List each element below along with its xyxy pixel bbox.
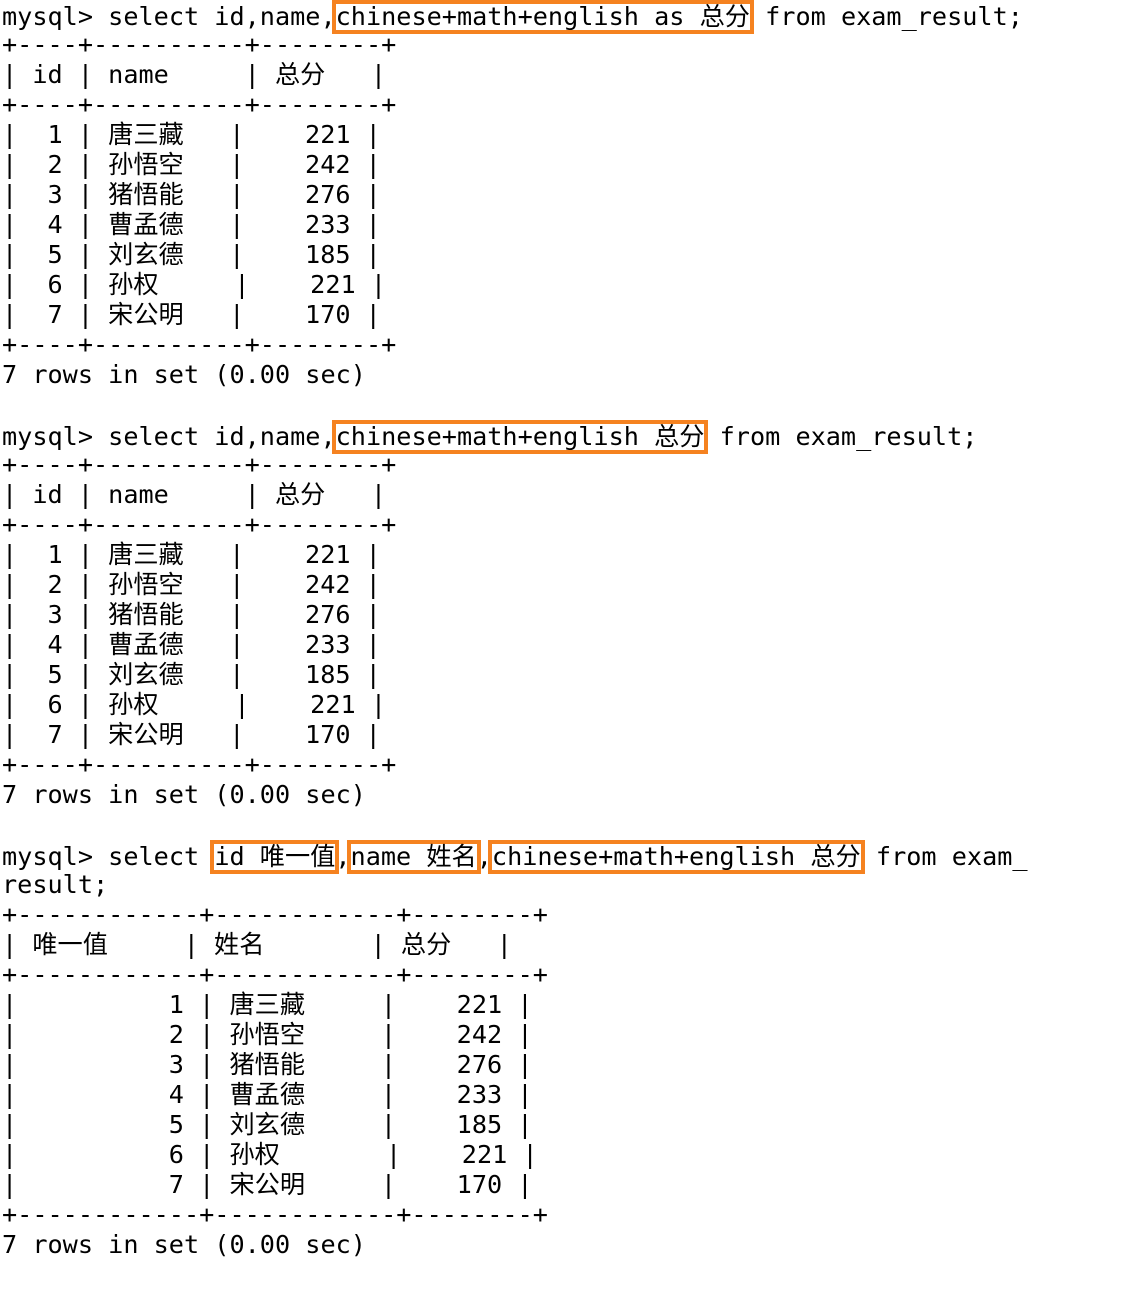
status-line: 7 rows in set (0.00 sec)	[2, 1230, 366, 1259]
table-separator: +----+----------+--------+	[2, 90, 397, 119]
table-row: | 5 | 刘玄德 | 185 |	[2, 660, 381, 689]
table-row: | 3 | 猪悟能 | 276 |	[2, 1050, 533, 1079]
query-text-post: from exam_	[860, 842, 1028, 871]
query-text-pre: select	[108, 842, 215, 871]
highlight-box-implicit-alias-expression: chinese+math+english 总分	[331, 420, 709, 454]
table-separator: +----+----------+--------+	[2, 750, 397, 779]
query-line: mysql> select id,name,chinese+math+engli…	[2, 0, 1129, 34]
table-row: | 2 | 孙悟空 | 242 |	[2, 1020, 533, 1049]
table-header-row: | 唯一值 | 姓名 | 总分 |	[2, 930, 512, 959]
table-row: | 3 | 猪悟能 | 276 |	[2, 600, 381, 629]
highlight-box-sum-alias: chinese+math+english 总分	[487, 840, 865, 874]
query-text-post: from exam_result;	[749, 2, 1023, 31]
table-row: | 7 | 宋公明 | 170 |	[2, 720, 381, 749]
table-separator: +------------+------------+--------+	[2, 900, 548, 929]
query-line: mysql> select id,name,chinese+math+engli…	[2, 420, 1129, 454]
table-row: | 6 | 孙权 | 221 |	[2, 690, 386, 719]
query-text-pre: select id,name,	[108, 422, 336, 451]
prompt: mysql>	[2, 2, 109, 31]
table-row: | 4 | 曹孟德 | 233 |	[2, 630, 381, 659]
table-separator: +----+----------+--------+	[2, 330, 397, 359]
table-row: | 7 | 宋公明 | 170 |	[2, 1170, 533, 1199]
table-row: | 1 | 唐三藏 | 221 |	[2, 120, 381, 149]
mysql-terminal-output: mysql> select id,name,chinese+math+engli…	[0, 0, 1129, 1260]
table-row: | 7 | 宋公明 | 170 |	[2, 300, 381, 329]
table-header-row: | id | name | 总分 |	[2, 60, 386, 89]
table-separator: +----+----------+--------+	[2, 510, 397, 539]
table-separator: +------------+------------+--------+	[2, 1200, 548, 1229]
table-row: | 2 | 孙悟空 | 242 |	[2, 570, 381, 599]
table-row: | 1 | 唐三藏 | 221 |	[2, 990, 533, 1019]
table-row: | 6 | 孙权 | 221 |	[2, 270, 386, 299]
table-row: | 2 | 孙悟空 | 242 |	[2, 150, 381, 179]
table-row: | 3 | 猪悟能 | 276 |	[2, 180, 381, 209]
table-separator: +------------+------------+--------+	[2, 960, 548, 989]
table-row: | 5 | 刘玄德 | 185 |	[2, 1110, 533, 1139]
table-row: | 4 | 曹孟德 | 233 |	[2, 210, 381, 239]
query-line-wrap: result;	[2, 870, 109, 899]
prompt: mysql>	[2, 422, 109, 451]
highlight-box-id-alias: id 唯一值	[210, 840, 340, 874]
table-separator: +----+----------+--------+	[2, 450, 397, 479]
status-line: 7 rows in set (0.00 sec)	[2, 780, 366, 809]
highlight-box-name-alias: name 姓名	[346, 840, 481, 874]
table-row: | 1 | 唐三藏 | 221 |	[2, 540, 381, 569]
table-row: | 5 | 刘玄德 | 185 |	[2, 240, 381, 269]
table-row: | 6 | 孙权 | 221 |	[2, 1140, 538, 1169]
prompt: mysql>	[2, 842, 109, 871]
query-text-pre: select id,name,	[108, 2, 336, 31]
table-row: | 4 | 曹孟德 | 233 |	[2, 1080, 533, 1109]
query-text-post: from exam_result;	[704, 422, 978, 451]
table-header-row: | id | name | 总分 |	[2, 480, 386, 509]
highlight-box-alias-expression: chinese+math+english as 总分	[331, 0, 754, 34]
query-line: mysql> select id 唯一值,name 姓名,chinese+mat…	[2, 840, 1129, 874]
status-line: 7 rows in set (0.00 sec)	[2, 360, 366, 389]
table-separator: +----+----------+--------+	[2, 30, 397, 59]
